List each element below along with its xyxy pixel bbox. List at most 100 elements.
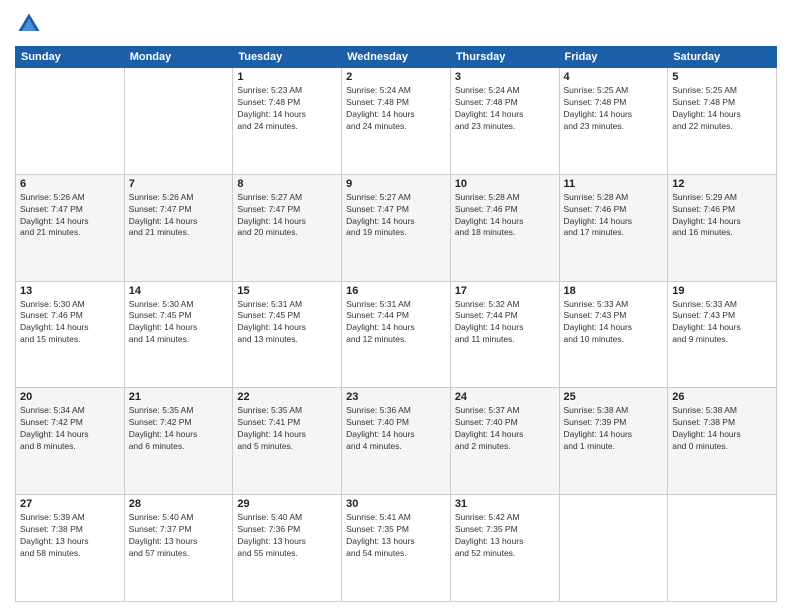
day-info: Sunrise: 5:25 AM Sunset: 7:48 PM Dayligh… bbox=[672, 85, 772, 133]
day-number: 1 bbox=[237, 71, 337, 83]
day-number: 4 bbox=[564, 71, 664, 83]
day-info: Sunrise: 5:23 AM Sunset: 7:48 PM Dayligh… bbox=[237, 85, 337, 133]
calendar-cell: 30Sunrise: 5:41 AM Sunset: 7:35 PM Dayli… bbox=[342, 495, 451, 602]
calendar-cell: 21 Sunrise: 5:35 AM Sunset: 7:42 PM Dayli… bbox=[124, 388, 233, 495]
calendar-cell bbox=[16, 68, 125, 175]
day-info: Sunrise: 5:27 AM Sunset: 7:47 PM Dayligh… bbox=[346, 192, 446, 240]
day-info: Sunrise: 5:38 AM Sunset: 7:39 PM Dayligh… bbox=[564, 405, 664, 453]
day-number: 10 bbox=[455, 178, 555, 190]
day-number: 15 bbox=[237, 285, 337, 297]
calendar-cell: 4 Sunrise: 5:25 AM Sunset: 7:48 PM Daylig… bbox=[559, 68, 668, 175]
calendar-cell: 3Sunrise: 5:24 AM Sunset: 7:48 PM Daylig… bbox=[450, 68, 559, 175]
calendar-cell: 1 Sunrise: 5:23 AM Sunset: 7:48 PM Daylig… bbox=[233, 68, 342, 175]
day-number: 27 bbox=[20, 498, 120, 510]
day-info: Sunrise: 5:37 AM Sunset: 7:40 PM Dayligh… bbox=[455, 405, 555, 453]
day-number: 23 bbox=[346, 391, 446, 403]
page: SundayMondayTuesdayWednesdayThursdayFrid… bbox=[0, 0, 792, 612]
weekday-header-tuesday: Tuesday bbox=[233, 47, 342, 68]
day-info: Sunrise: 5:42 AM Sunset: 7:35 PM Dayligh… bbox=[455, 512, 555, 560]
header bbox=[15, 10, 777, 38]
day-number: 17 bbox=[455, 285, 555, 297]
day-info: Sunrise: 5:32 AM Sunset: 7:44 PM Dayligh… bbox=[455, 299, 555, 347]
calendar-cell: 24 Sunrise: 5:37 AM Sunset: 7:40 PM Dayli… bbox=[450, 388, 559, 495]
day-number: 9 bbox=[346, 178, 446, 190]
day-info: Sunrise: 5:36 AM Sunset: 7:40 PM Dayligh… bbox=[346, 405, 446, 453]
day-info: Sunrise: 5:33 AM Sunset: 7:43 PM Dayligh… bbox=[672, 299, 772, 347]
day-info: Sunrise: 5:35 AM Sunset: 7:42 PM Dayligh… bbox=[129, 405, 229, 453]
day-number: 21 bbox=[129, 391, 229, 403]
calendar-cell: 2 Sunrise: 5:24 AM Sunset: 7:48 PM Daylig… bbox=[342, 68, 451, 175]
day-info: Sunrise: 5:29 AM Sunset: 7:46 PM Dayligh… bbox=[672, 192, 772, 240]
calendar-cell: 5 Sunrise: 5:25 AM Sunset: 7:48 PM Daylig… bbox=[668, 68, 777, 175]
day-info: Sunrise: 5:30 AM Sunset: 7:45 PM Dayligh… bbox=[129, 299, 229, 347]
day-info: Sunrise: 5:26 AM Sunset: 7:47 PM Dayligh… bbox=[129, 192, 229, 240]
day-info: Sunrise: 5:26 AM Sunset: 7:47 PM Dayligh… bbox=[20, 192, 120, 240]
calendar-cell: 31 Sunrise: 5:42 AM Sunset: 7:35 PM Dayli… bbox=[450, 495, 559, 602]
day-info: Sunrise: 5:24 AM Sunset: 7:48 PM Dayligh… bbox=[346, 85, 446, 133]
day-number: 2 bbox=[346, 71, 446, 83]
day-number: 18 bbox=[564, 285, 664, 297]
day-number: 20 bbox=[20, 391, 120, 403]
day-number: 11 bbox=[564, 178, 664, 190]
calendar-cell: 19 Sunrise: 5:33 AM Sunset: 7:43 PM Dayli… bbox=[668, 281, 777, 388]
weekday-header-wednesday: Wednesday bbox=[342, 47, 451, 68]
calendar-cell: 16 Sunrise: 5:31 AM Sunset: 7:44 PM Dayli… bbox=[342, 281, 451, 388]
day-info: Sunrise: 5:27 AM Sunset: 7:47 PM Dayligh… bbox=[237, 192, 337, 240]
calendar-cell: 27 Sunrise: 5:39 AM Sunset: 7:38 PM Dayli… bbox=[16, 495, 125, 602]
day-info: Sunrise: 5:25 AM Sunset: 7:48 PM Dayligh… bbox=[564, 85, 664, 133]
day-info: Sunrise: 5:28 AM Sunset: 7:46 PM Dayligh… bbox=[455, 192, 555, 240]
calendar-cell bbox=[668, 495, 777, 602]
day-number: 8 bbox=[237, 178, 337, 190]
calendar-cell: 26 Sunrise: 5:38 AM Sunset: 7:38 PM Dayli… bbox=[668, 388, 777, 495]
weekday-header-friday: Friday bbox=[559, 47, 668, 68]
day-info: Sunrise: 5:34 AM Sunset: 7:42 PM Dayligh… bbox=[20, 405, 120, 453]
calendar-cell: 12Sunrise: 5:29 AM Sunset: 7:46 PM Dayli… bbox=[668, 174, 777, 281]
day-number: 25 bbox=[564, 391, 664, 403]
logo bbox=[15, 10, 47, 38]
day-number: 3 bbox=[455, 71, 555, 83]
day-info: Sunrise: 5:41 AM Sunset: 7:35 PM Dayligh… bbox=[346, 512, 446, 560]
day-number: 19 bbox=[672, 285, 772, 297]
weekday-header-sunday: Sunday bbox=[16, 47, 125, 68]
day-info: Sunrise: 5:33 AM Sunset: 7:43 PM Dayligh… bbox=[564, 299, 664, 347]
day-number: 22 bbox=[237, 391, 337, 403]
day-number: 13 bbox=[20, 285, 120, 297]
calendar-cell: 8 Sunrise: 5:27 AM Sunset: 7:47 PM Daylig… bbox=[233, 174, 342, 281]
day-number: 5 bbox=[672, 71, 772, 83]
day-number: 26 bbox=[672, 391, 772, 403]
day-number: 6 bbox=[20, 178, 120, 190]
day-info: Sunrise: 5:39 AM Sunset: 7:38 PM Dayligh… bbox=[20, 512, 120, 560]
day-info: Sunrise: 5:30 AM Sunset: 7:46 PM Dayligh… bbox=[20, 299, 120, 347]
day-number: 16 bbox=[346, 285, 446, 297]
calendar: SundayMondayTuesdayWednesdayThursdayFrid… bbox=[15, 46, 777, 602]
day-info: Sunrise: 5:28 AM Sunset: 7:46 PM Dayligh… bbox=[564, 192, 664, 240]
day-number: 14 bbox=[129, 285, 229, 297]
calendar-cell: 14 Sunrise: 5:30 AM Sunset: 7:45 PM Dayli… bbox=[124, 281, 233, 388]
calendar-cell: 7 Sunrise: 5:26 AM Sunset: 7:47 PM Daylig… bbox=[124, 174, 233, 281]
calendar-cell: 17 Sunrise: 5:32 AM Sunset: 7:44 PM Dayli… bbox=[450, 281, 559, 388]
day-info: Sunrise: 5:40 AM Sunset: 7:37 PM Dayligh… bbox=[129, 512, 229, 560]
calendar-cell bbox=[124, 68, 233, 175]
day-info: Sunrise: 5:35 AM Sunset: 7:41 PM Dayligh… bbox=[237, 405, 337, 453]
calendar-cell: 20 Sunrise: 5:34 AM Sunset: 7:42 PM Dayli… bbox=[16, 388, 125, 495]
calendar-cell: 9 Sunrise: 5:27 AM Sunset: 7:47 PM Daylig… bbox=[342, 174, 451, 281]
day-number: 7 bbox=[129, 178, 229, 190]
weekday-header-thursday: Thursday bbox=[450, 47, 559, 68]
calendar-cell: 18 Sunrise: 5:33 AM Sunset: 7:43 PM Dayli… bbox=[559, 281, 668, 388]
day-number: 24 bbox=[455, 391, 555, 403]
calendar-cell: 10 Sunrise: 5:28 AM Sunset: 7:46 PM Dayli… bbox=[450, 174, 559, 281]
day-info: Sunrise: 5:31 AM Sunset: 7:45 PM Dayligh… bbox=[237, 299, 337, 347]
calendar-cell bbox=[559, 495, 668, 602]
calendar-cell: 22 Sunrise: 5:35 AM Sunset: 7:41 PM Dayli… bbox=[233, 388, 342, 495]
calendar-cell: 13 Sunrise: 5:30 AM Sunset: 7:46 PM Dayli… bbox=[16, 281, 125, 388]
calendar-cell: 28 Sunrise: 5:40 AM Sunset: 7:37 PM Dayli… bbox=[124, 495, 233, 602]
day-number: 28 bbox=[129, 498, 229, 510]
day-info: Sunrise: 5:40 AM Sunset: 7:36 PM Dayligh… bbox=[237, 512, 337, 560]
day-number: 31 bbox=[455, 498, 555, 510]
logo-icon bbox=[15, 10, 43, 38]
day-info: Sunrise: 5:31 AM Sunset: 7:44 PM Dayligh… bbox=[346, 299, 446, 347]
weekday-header-saturday: Saturday bbox=[668, 47, 777, 68]
weekday-header-monday: Monday bbox=[124, 47, 233, 68]
day-info: Sunrise: 5:38 AM Sunset: 7:38 PM Dayligh… bbox=[672, 405, 772, 453]
calendar-cell: 29Sunrise: 5:40 AM Sunset: 7:36 PM Dayli… bbox=[233, 495, 342, 602]
